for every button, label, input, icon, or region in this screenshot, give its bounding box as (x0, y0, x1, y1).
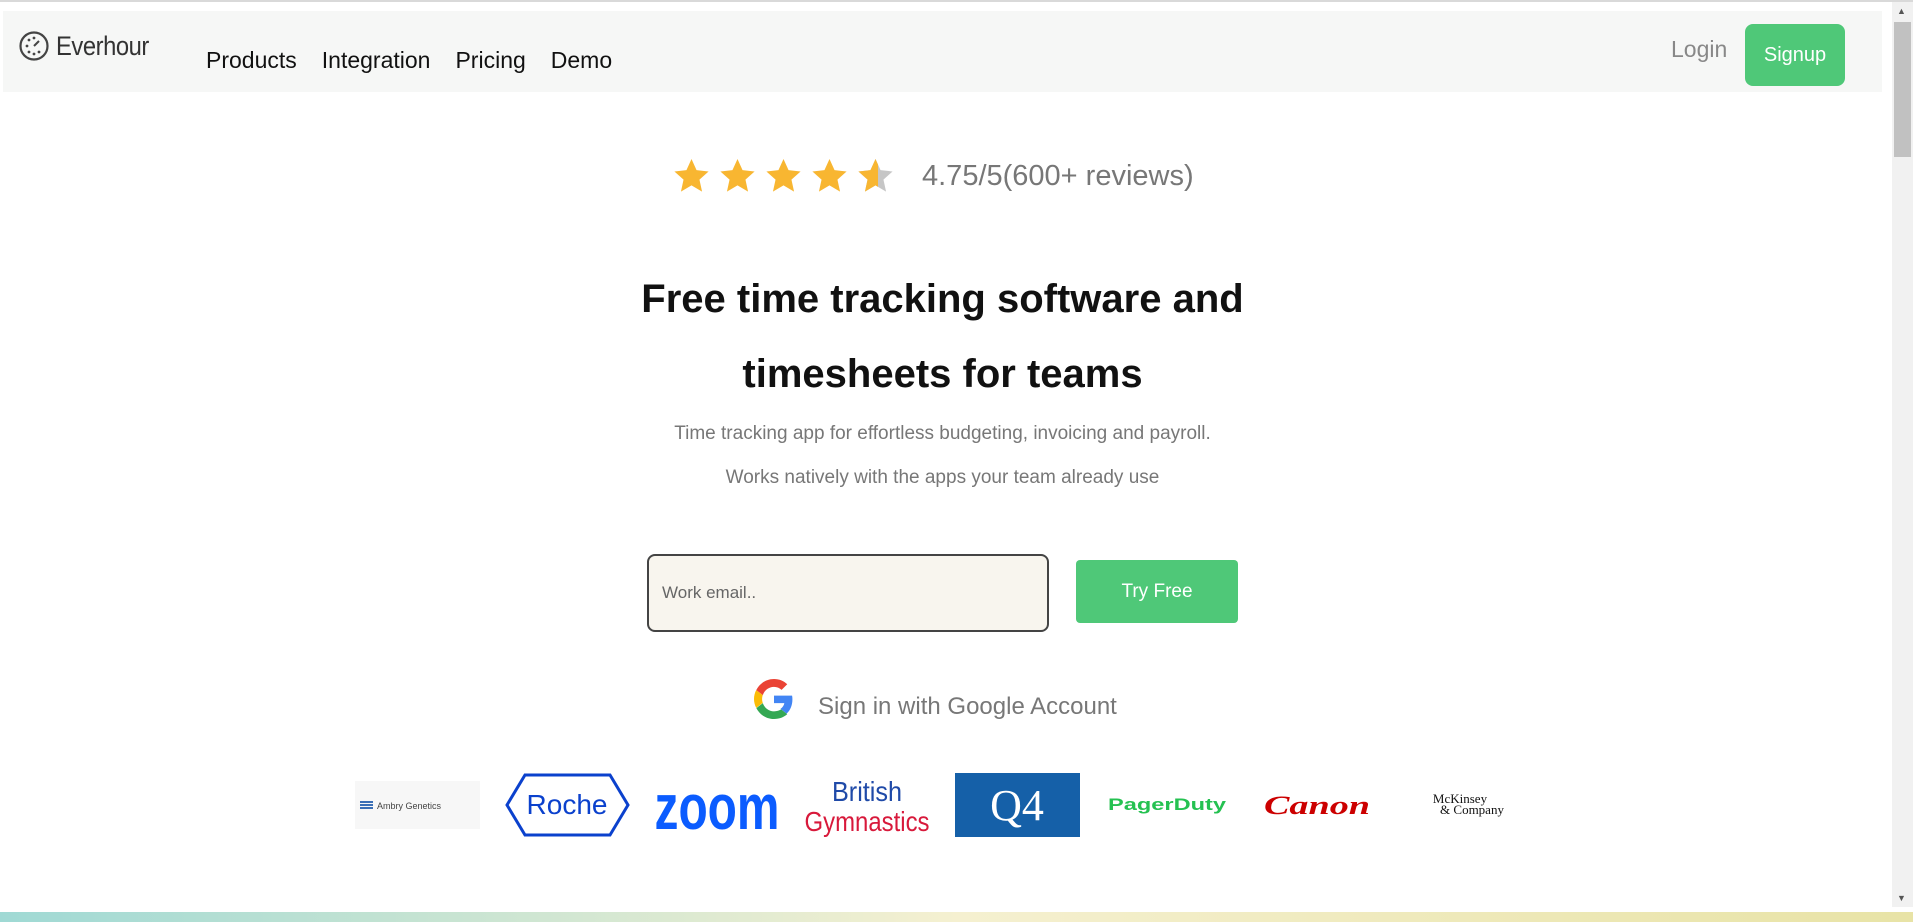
nav-link-demo[interactable]: Demo (551, 47, 612, 74)
google-signin-label: Sign in with Google Account (818, 693, 1117, 720)
main-menu: Products Integration Pricing Demo (206, 47, 612, 74)
rating-text: 4.75/5(600+ reviews) (922, 159, 1194, 192)
mckinsey-logo: McKinsey & Company (1405, 773, 1530, 837)
star-icon (812, 158, 847, 192)
hero-subtitle-2: Works natively with the apps your team a… (725, 467, 1160, 488)
canon-logo: Canon (1255, 773, 1380, 837)
rating-summary: 4.75/5(600+ reviews) (672, 153, 1194, 199)
browser-top-border (0, 0, 1913, 2)
google-signin-link[interactable]: Sign in with Google Account (754, 677, 1117, 721)
pagerduty-logo: PagerDuty (1105, 773, 1230, 837)
svg-text:Q4: Q4 (990, 781, 1044, 830)
nav-link-pricing[interactable]: Pricing (455, 47, 525, 74)
scrollbar-thumb[interactable] (1894, 22, 1911, 157)
svg-text:Canon: Canon (1264, 791, 1370, 820)
stopwatch-logo-icon (19, 31, 49, 61)
partial-star-icon (858, 158, 893, 192)
next-section-preview (0, 912, 1913, 922)
hero-headline: Free time tracking software and timeshee… (641, 277, 1244, 396)
scroll-up-arrow-icon[interactable]: ▲ (1897, 6, 1906, 16)
work-email-input[interactable] (647, 554, 1049, 632)
login-link[interactable]: Login (1671, 36, 1727, 63)
try-free-button[interactable]: Try Free (1076, 560, 1238, 623)
british-gymnastics-logo: British Gymnastics (805, 773, 930, 837)
svg-text:& Company: & Company (1440, 802, 1504, 817)
star-icon (674, 158, 709, 192)
ambry-genetics-logo: Ambry Genetics (355, 773, 480, 837)
svg-text:British: British (832, 776, 902, 807)
roche-logo: Roche (505, 773, 630, 837)
svg-text:Gymnastics: Gymnastics (805, 806, 930, 837)
svg-text:Roche: Roche (527, 789, 608, 820)
brand-name: Everhour (56, 30, 149, 61)
google-g-icon (754, 679, 793, 719)
scroll-down-arrow-icon[interactable]: ▼ (1897, 893, 1906, 903)
star-icon (720, 158, 755, 192)
q4-logo: Q4 (955, 773, 1080, 837)
star-icon (766, 158, 801, 192)
svg-text:PagerDuty: PagerDuty (1108, 795, 1227, 814)
hero-subtitle-1: Time tracking app for effortless budgeti… (674, 423, 1211, 444)
brand-logo[interactable]: Everhour (18, 26, 162, 66)
top-navigation-bar: Everhour Products Integration Pricing De… (3, 11, 1882, 92)
zoom-logo: zoom (655, 773, 780, 837)
nav-link-products[interactable]: Products (206, 47, 297, 74)
nav-link-integration[interactable]: Integration (322, 47, 431, 74)
svg-text:zoom: zoom (655, 773, 780, 837)
star-rating (672, 153, 895, 199)
svg-text:Ambry Genetics: Ambry Genetics (377, 801, 442, 811)
customer-logos: Ambry Genetics Roche zoom British Gymnas… (355, 773, 1530, 837)
signup-button[interactable]: Signup (1745, 24, 1845, 86)
